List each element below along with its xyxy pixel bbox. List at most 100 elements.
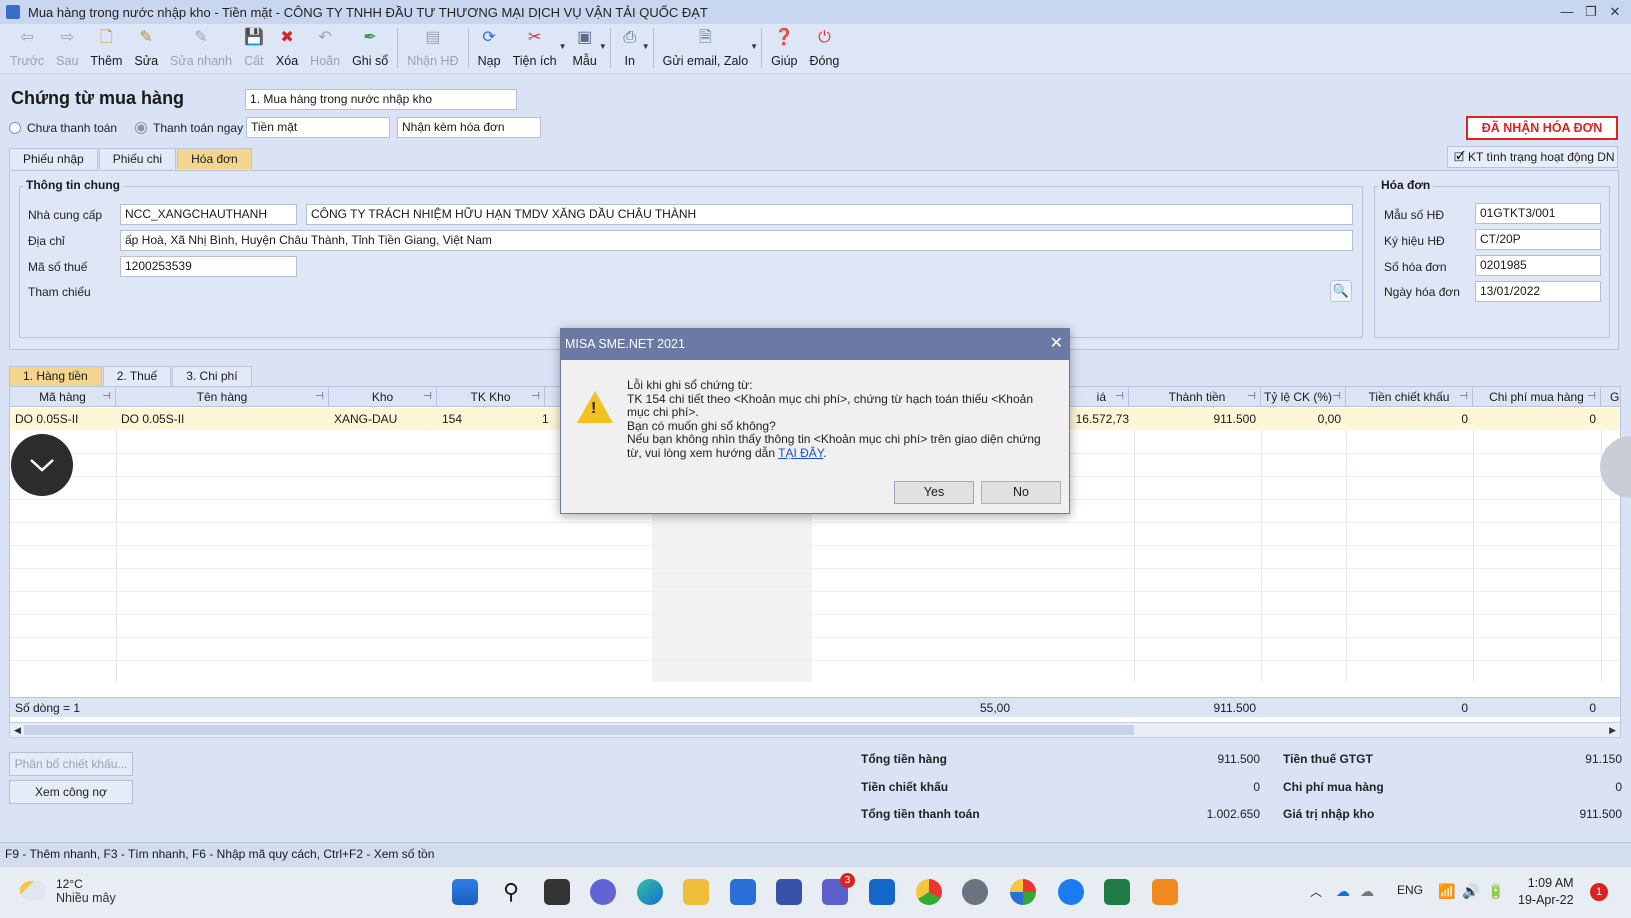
- cloud-icon[interactable]: ☁: [1360, 883, 1374, 900]
- post-button[interactable]: ✒ Ghi sổ: [346, 24, 394, 72]
- pin-icon[interactable]: ⊣: [1459, 387, 1468, 407]
- edge-icon[interactable]: [637, 879, 663, 905]
- chevron-down-icon[interactable]: ▼: [642, 42, 650, 51]
- edit-button[interactable]: ✎ Sửa: [128, 24, 164, 72]
- col-discount-rate-header[interactable]: Tỷ lệ CK (%) ⊣: [1261, 387, 1346, 407]
- next-button[interactable]: ⇨ Sau: [50, 24, 84, 72]
- cell-discount[interactable]: 0: [1346, 408, 1473, 430]
- pin-icon[interactable]: ⊣: [1115, 387, 1124, 407]
- delete-button[interactable]: ✖ Xóa: [270, 24, 304, 72]
- wifi-icon[interactable]: 📶: [1438, 883, 1455, 900]
- supplier-code-field[interactable]: NCC_XANGCHAUTHANH: [120, 204, 297, 225]
- cell-name[interactable]: DO 0.05S-II: [116, 408, 329, 430]
- tax-code-field[interactable]: 1200253539: [120, 256, 297, 277]
- tab-tax[interactable]: 2. Thuế: [102, 366, 172, 386]
- invoice-number-field[interactable]: 0201985: [1475, 255, 1601, 276]
- back-button[interactable]: ⇦ Trước: [4, 24, 50, 72]
- volume-icon[interactable]: 🔊: [1462, 883, 1479, 900]
- notification-badge[interactable]: 1: [1590, 883, 1608, 901]
- clock[interactable]: 1:09 AM 19-Apr-22: [1518, 875, 1574, 909]
- form-number-field[interactable]: 01GTKT3/001: [1475, 203, 1601, 224]
- allocate-discount-button[interactable]: Phân bổ chiết khấu...: [9, 752, 133, 776]
- check-business-status-button[interactable]: 🗹 KT tình trạng hoạt động DN: [1447, 146, 1618, 168]
- chat-icon[interactable]: [590, 879, 616, 905]
- pin-icon[interactable]: ⊣: [315, 387, 324, 407]
- file-explorer-icon[interactable]: [683, 879, 709, 905]
- voucher-type-select[interactable]: 1. Mua hàng trong nước nhập kho: [245, 89, 517, 110]
- tab-receipt[interactable]: Phiếu nhập: [9, 148, 98, 169]
- close-icon[interactable]: ✕: [1050, 329, 1063, 359]
- address-field[interactable]: ấp Hoà, Xã Nhị Bình, Huyện Châu Thành, T…: [120, 230, 1353, 251]
- receive-invoice-button[interactable]: ▤ Nhận HĐ: [401, 24, 464, 72]
- outlook-icon[interactable]: [869, 879, 895, 905]
- misa-icon[interactable]: [1010, 879, 1036, 905]
- minimize-button[interactable]: —: [1555, 0, 1579, 24]
- zalo-icon[interactable]: [1058, 879, 1084, 905]
- col-purchase-cost-header[interactable]: Chi phí mua hàng ⊣: [1473, 387, 1601, 407]
- col-discount-header[interactable]: Tiền chiết khấu ⊣: [1346, 387, 1473, 407]
- supplier-name-field[interactable]: CÔNG TY TRÁCH NHIỆM HỮU HẠN TMDV XĂNG DẦ…: [306, 204, 1353, 225]
- scroll-left-icon[interactable]: ◀: [14, 723, 21, 737]
- search-icon[interactable]: 🔍: [1330, 280, 1352, 302]
- pin-icon[interactable]: ⊣: [102, 387, 111, 407]
- unpaid-radio[interactable]: [9, 122, 21, 134]
- tab-payment[interactable]: Phiếu chi: [98, 148, 177, 169]
- tab-cost[interactable]: 3. Chi phí: [172, 366, 252, 386]
- excel-icon[interactable]: [1104, 879, 1130, 905]
- chevron-down-icon[interactable]: ▼: [599, 42, 607, 51]
- cell-account[interactable]: 154: [437, 408, 517, 430]
- horizontal-scrollbar[interactable]: ◀ ▶: [9, 722, 1621, 738]
- scroll-down-button[interactable]: [11, 434, 73, 496]
- undo-button[interactable]: ↶ Hoãn: [304, 24, 346, 72]
- chevron-down-icon[interactable]: ▼: [750, 42, 758, 51]
- close-window-button[interactable]: ✕: [1603, 0, 1627, 24]
- scroll-right-icon[interactable]: ▶: [1609, 723, 1616, 737]
- tab-invoice[interactable]: Hóa đơn: [177, 148, 252, 169]
- save-button[interactable]: 💾 Cất: [238, 24, 270, 72]
- cell-partial[interactable]: 1: [537, 408, 557, 430]
- invoice-received-button[interactable]: ĐÃ NHẬN HÓA ĐƠN: [1466, 116, 1618, 140]
- reload-button[interactable]: ⟳ Nạp: [472, 24, 507, 72]
- pin-icon[interactable]: ⊣: [423, 387, 432, 407]
- pin-icon[interactable]: ⊣: [1247, 387, 1256, 407]
- language-indicator[interactable]: ENG: [1397, 883, 1423, 897]
- pin-icon[interactable]: ⊣: [531, 387, 540, 407]
- mail-icon[interactable]: [730, 879, 756, 905]
- restore-button[interactable]: ❐: [1579, 0, 1603, 24]
- no-button[interactable]: No: [981, 481, 1061, 504]
- whiteboard-icon[interactable]: [776, 879, 802, 905]
- col-code-header[interactable]: Mã hàng ⊣: [10, 387, 116, 407]
- paid-now-radio[interactable]: [135, 122, 147, 134]
- col-name-header[interactable]: Tên hàng ⊣: [116, 387, 329, 407]
- onedrive-icon[interactable]: ☁: [1336, 883, 1350, 900]
- tab-goods[interactable]: 1. Hàng tiền: [9, 366, 102, 386]
- cell-warehouse[interactable]: XANG-DAU: [329, 408, 437, 430]
- cell-purchase-cost[interactable]: 0: [1473, 408, 1601, 430]
- help-link[interactable]: TẠI ĐÂY: [778, 446, 823, 460]
- chevron-up-icon[interactable]: ︿: [1310, 883, 1322, 900]
- col-amount-header[interactable]: Thành tiền ⊣: [1134, 387, 1261, 407]
- invoice-date-field[interactable]: 13/01/2022: [1475, 281, 1601, 302]
- add-button[interactable]: 🗋 Thêm: [84, 24, 128, 72]
- send-email-button[interactable]: 🗎 Gửi email, Zalo: [657, 24, 754, 72]
- invoice-mode-select[interactable]: Nhận kèm hóa đơn: [397, 117, 541, 138]
- yes-button[interactable]: Yes: [894, 481, 974, 504]
- template-button[interactable]: ▣ Mẫu: [567, 24, 603, 72]
- battery-icon[interactable]: 🔋: [1487, 883, 1504, 900]
- help-button[interactable]: ❓ Giúp: [765, 24, 803, 72]
- settings-icon[interactable]: [962, 879, 988, 905]
- cell-code[interactable]: DO 0.05S-II: [10, 408, 116, 430]
- view-debt-button[interactable]: Xem công nợ: [9, 780, 133, 804]
- pin-icon[interactable]: ⊣: [1332, 387, 1341, 407]
- weather-widget[interactable]: 12°C Nhiều mây: [20, 877, 116, 905]
- chevron-down-icon[interactable]: ▼: [559, 42, 567, 51]
- quick-edit-button[interactable]: ✎ Sửa nhanh: [164, 24, 238, 72]
- payment-method-select[interactable]: Tiền mặt: [246, 117, 390, 138]
- utilities-button[interactable]: ✂ Tiện ích: [507, 24, 563, 72]
- col-warehouse-header[interactable]: Kho ⊣: [329, 387, 437, 407]
- scrollbar-thumb[interactable]: [24, 725, 1134, 735]
- invoice-symbol-field[interactable]: CT/20P: [1475, 229, 1601, 250]
- windows-start-icon[interactable]: [452, 879, 478, 905]
- pin-icon[interactable]: ⊣: [1587, 387, 1596, 407]
- close-button[interactable]: ⏻ Đóng: [803, 24, 845, 72]
